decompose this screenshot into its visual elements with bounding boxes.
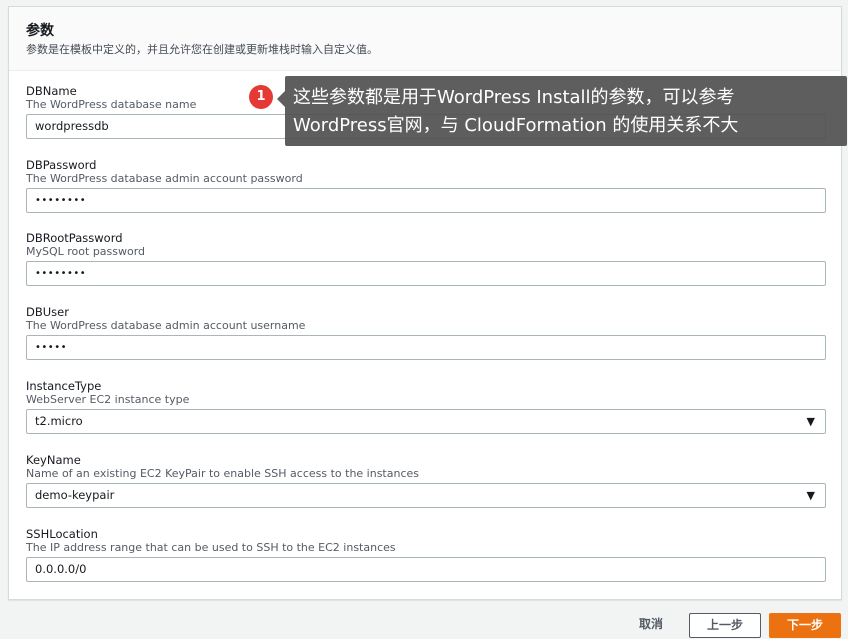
field-label: DBUser <box>26 305 69 319</box>
keyname-select[interactable]: demo-keypair ▼ <box>26 483 826 508</box>
select-value: demo-keypair <box>35 488 115 502</box>
annotation-pointer <box>277 91 285 107</box>
section-description: 参数是在模板中定义的，并且允许您在创建或更新堆栈时输入自定义值。 <box>26 43 378 56</box>
previous-button[interactable]: 上一步 <box>689 613 761 638</box>
annotation-callout: 这些参数都是用于WordPress Install的参数，可以参考 WordPr… <box>285 76 847 146</box>
field-dbrootpassword: DBRootPassword MySQL root password •••••… <box>26 231 826 286</box>
next-button[interactable]: 下一步 <box>769 613 841 638</box>
caret-down-icon: ▼ <box>806 489 815 502</box>
field-description: The WordPress database admin account pas… <box>26 172 303 185</box>
field-description: The WordPress database admin account use… <box>26 319 306 332</box>
field-label: DBPassword <box>26 158 97 172</box>
sshlocation-input[interactable]: 0.0.0.0/0 <box>26 557 826 582</box>
field-description: The IP address range that can be used to… <box>26 541 396 554</box>
wizard-footer: 取消 上一步 下一步 <box>0 602 848 639</box>
dbrootpassword-input[interactable]: •••••••• <box>26 261 826 286</box>
field-instancetype: InstanceType WebServer EC2 instance type… <box>26 379 826 434</box>
field-description: Name of an existing EC2 KeyPair to enabl… <box>26 467 420 480</box>
annotation-line-1: 这些参数都是用于WordPress Install的参数，可以参考 <box>293 87 735 108</box>
section-title: 参数 <box>26 23 54 39</box>
dbuser-input[interactable]: ••••• <box>26 335 826 360</box>
field-dbpassword: DBPassword The WordPress database admin … <box>26 158 826 213</box>
annotation-line-2: WordPress官网，与 CloudFormation 的使用关系不大 <box>293 115 739 136</box>
caret-down-icon: ▼ <box>806 415 815 428</box>
field-dbuser: DBUser The WordPress database admin acco… <box>26 305 826 360</box>
field-label: InstanceType <box>26 379 102 393</box>
annotation-badge: 1 <box>249 85 273 109</box>
field-sshlocation: SSHLocation The IP address range that ca… <box>26 527 826 582</box>
field-label: KeyName <box>26 453 81 467</box>
field-description: WebServer EC2 instance type <box>26 393 190 406</box>
field-description: MySQL root password <box>26 245 146 258</box>
dbpassword-input[interactable]: •••••••• <box>26 188 826 213</box>
select-value: t2.micro <box>35 414 83 428</box>
field-keyname: KeyName Name of an existing EC2 KeyPair … <box>26 453 826 508</box>
panel-header: 参数 参数是在模板中定义的，并且允许您在创建或更新堆栈时输入自定义值。 <box>9 7 841 71</box>
cancel-button[interactable]: 取消 <box>628 613 674 635</box>
field-label: DBRootPassword <box>26 231 123 245</box>
instancetype-select[interactable]: t2.micro ▼ <box>26 409 826 434</box>
field-label: SSHLocation <box>26 527 98 541</box>
